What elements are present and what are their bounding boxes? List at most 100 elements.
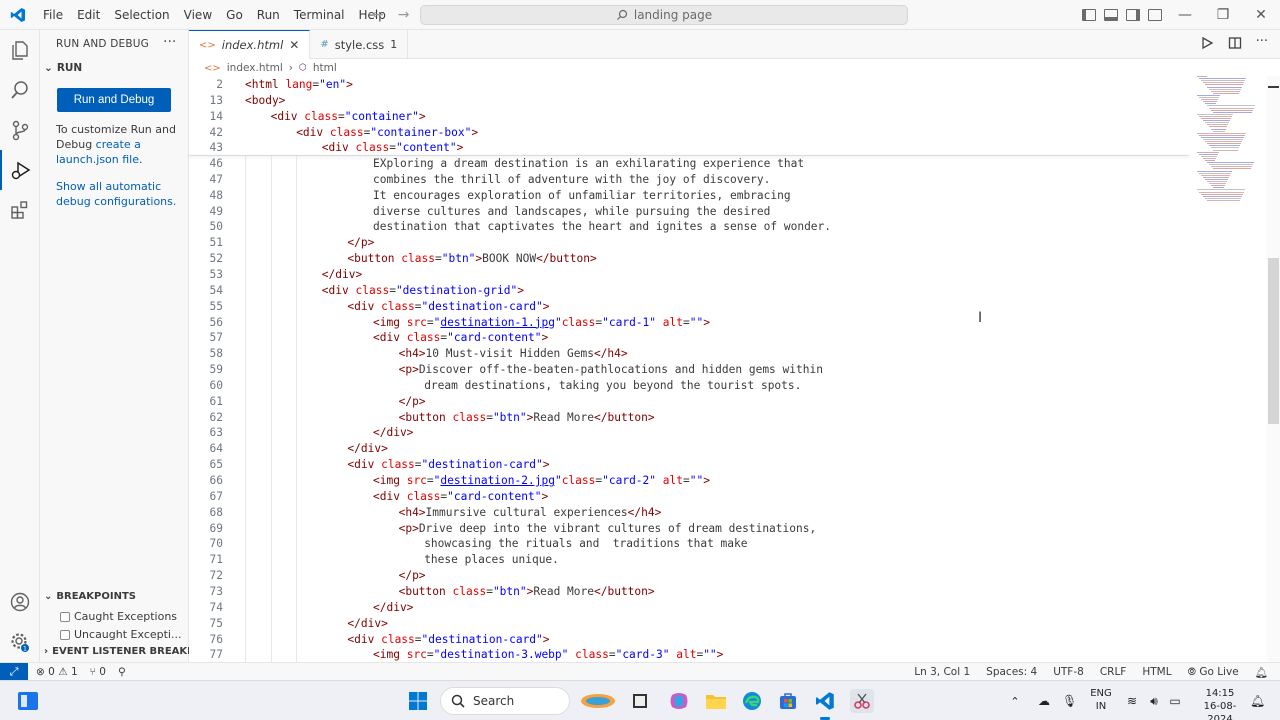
language-mode[interactable]: HTML bbox=[1142, 666, 1171, 678]
extensions-icon[interactable] bbox=[0, 190, 40, 230]
menu-run[interactable]: Run bbox=[250, 0, 287, 30]
code-line[interactable]: 63 </div> bbox=[189, 425, 1189, 441]
code-line[interactable]: 68 <h4>Immursive cultural experiences</h4… bbox=[189, 505, 1189, 521]
input-language-indicator[interactable]: ENG IN bbox=[1088, 687, 1114, 713]
code-line[interactable]: 75 </div> bbox=[189, 616, 1189, 632]
code-line[interactable]: 66 <img src="destination-2.jpg"class="car… bbox=[189, 473, 1189, 489]
sticky-scroll-line[interactable]: 42 <div class="container-box"> bbox=[189, 125, 1189, 141]
breakpoint-caught-exceptions[interactable]: Caught Exceptions bbox=[60, 610, 177, 623]
cursor-position[interactable]: Ln 3, Col 1 bbox=[914, 666, 970, 678]
sticky-scroll-line[interactable]: 43 <div class="content"> bbox=[189, 140, 1189, 156]
show-all-debug-configurations-link[interactable]: Show all automatic debug configurations. bbox=[56, 179, 181, 209]
remote-indicator-icon[interactable]: ⤢ bbox=[0, 662, 28, 681]
notification-center-icon[interactable]: 🔔︎ bbox=[1250, 681, 1265, 720]
quick-settings[interactable]: ≋ 🔊︎ ▭ bbox=[1124, 681, 1184, 720]
problems-indicator[interactable]: ⊗ 0 ⚠ 1 bbox=[36, 666, 78, 678]
minimize-icon[interactable]: — bbox=[1166, 0, 1204, 30]
code-line[interactable]: 69 <p>Drive deep into the vibrant culture… bbox=[189, 521, 1189, 537]
code-line[interactable]: 47 combines the thrill of adventure with … bbox=[189, 172, 1189, 188]
uncaught-exceptions-checkbox[interactable] bbox=[60, 629, 70, 640]
taskbar-search[interactable]: Search bbox=[440, 687, 570, 715]
vscode-taskbar-icon[interactable] bbox=[813, 689, 837, 720]
minimap[interactable] bbox=[1191, 76, 1266, 216]
code-line[interactable]: 67 <div class="card-content"> bbox=[189, 489, 1189, 505]
microphone-icon[interactable]: 🎙︎ bbox=[1062, 694, 1077, 708]
task-view-icon[interactable] bbox=[628, 689, 652, 713]
code-editor[interactable]: 2 <html lang="en"> 13 <body> 14 <div class="c… bbox=[189, 76, 1191, 662]
show-hidden-icons-chevron-icon[interactable]: ⌃ bbox=[1008, 695, 1022, 708]
run-and-debug-icon[interactable] bbox=[0, 150, 40, 190]
code-line[interactable]: 52 <button class="btn">BOOK NOW</button> bbox=[189, 251, 1189, 267]
code-line[interactable]: 65 <div class="destination-card"> bbox=[189, 457, 1189, 473]
toggle-panel-icon[interactable] bbox=[1104, 9, 1118, 21]
menu-view[interactable]: View bbox=[177, 0, 219, 30]
code-line[interactable]: 59 <p>Discover off-the-beaten-pathlocatio… bbox=[189, 362, 1189, 378]
explorer-icon[interactable] bbox=[0, 30, 40, 70]
copilot-icon[interactable] bbox=[667, 689, 691, 713]
more-actions-icon[interactable]: ··· bbox=[163, 34, 176, 50]
code-line[interactable]: 72 </p> bbox=[189, 568, 1189, 584]
code-line[interactable]: 50 destination that captivates the heart … bbox=[189, 219, 1189, 235]
go-live-button[interactable]: ⦾ Go Live bbox=[1188, 666, 1239, 679]
code-line[interactable]: 51 </p> bbox=[189, 235, 1189, 251]
code-line[interactable]: 55 <div class="destination-card"> bbox=[189, 299, 1189, 315]
search-highlight-icon[interactable] bbox=[580, 689, 616, 713]
code-line[interactable]: 64 </div> bbox=[189, 441, 1189, 457]
accounts-icon[interactable] bbox=[0, 582, 40, 622]
code-line[interactable]: 71 these places unique. bbox=[189, 552, 1189, 568]
tab-style-css[interactable]: # style.css 1 bbox=[310, 30, 409, 59]
edge-browser-icon[interactable] bbox=[740, 689, 764, 713]
notifications-bell-icon[interactable]: 🔔︎ bbox=[1255, 666, 1268, 679]
menu-terminal[interactable]: Terminal bbox=[287, 0, 352, 30]
menu-edit[interactable]: Edit bbox=[70, 0, 107, 30]
snipping-tool-icon[interactable] bbox=[850, 689, 874, 713]
code-line[interactable]: 57 <div class="card-content"> bbox=[189, 330, 1189, 346]
code-line[interactable]: 60 dream destinations, taking you beyond … bbox=[189, 378, 1189, 394]
back-arrow-icon[interactable]: ← bbox=[372, 7, 384, 23]
code-line[interactable]: 53 </div> bbox=[189, 267, 1189, 283]
debug-launch-icon[interactable]: ⚲ bbox=[118, 666, 126, 678]
code-line[interactable]: 54 <div class="destination-grid"> bbox=[189, 283, 1189, 299]
end-of-line[interactable]: CRLF bbox=[1100, 666, 1127, 678]
code-line[interactable]: 77 <img src="destination-3.webp" class="c… bbox=[189, 647, 1189, 663]
restore-icon[interactable]: ❐ bbox=[1204, 0, 1242, 30]
taskbar-clock[interactable]: 14:15 16-08-2024 bbox=[1198, 687, 1242, 720]
code-line[interactable]: 48 It encourages exploration of unfamilia… bbox=[189, 188, 1189, 204]
code-line[interactable]: 70 showcasing the rituals and traditions … bbox=[189, 536, 1189, 552]
sticky-scroll-line[interactable]: 2 <html lang="en"> bbox=[189, 77, 1189, 93]
sticky-scroll-line[interactable]: 14 <div class="container"> bbox=[189, 109, 1189, 125]
sticky-scroll-line[interactable]: 13 <body> bbox=[189, 93, 1189, 109]
code-line[interactable]: 76 <div class="destination-card"> bbox=[189, 632, 1189, 648]
indentation[interactable]: Spaces: 4 bbox=[986, 666, 1037, 678]
menu-file[interactable]: File bbox=[36, 0, 70, 30]
code-line[interactable]: 49 diverse cultures and landscapes, while… bbox=[189, 204, 1189, 220]
run-and-debug-button[interactable]: Run and Debug bbox=[57, 88, 171, 112]
breakpoints-section-header[interactable]: ⌄ BREAKPOINTS bbox=[44, 591, 136, 602]
file-explorer-icon[interactable] bbox=[704, 689, 728, 713]
close-icon[interactable]: ✕ bbox=[1242, 0, 1280, 30]
menu-go[interactable]: Go bbox=[219, 0, 250, 30]
code-line[interactable]: 58 <h4>10 Must-visit Hidden Gems</h4> bbox=[189, 346, 1189, 362]
menu-selection[interactable]: Selection bbox=[107, 0, 176, 30]
forward-arrow-icon[interactable]: → bbox=[398, 7, 410, 23]
windows-start-icon[interactable] bbox=[406, 689, 430, 713]
ports-indicator[interactable]: ⑂ 0 bbox=[90, 666, 106, 678]
onedrive-cloud-icon[interactable]: ☁ bbox=[1036, 694, 1052, 708]
search-icon[interactable] bbox=[0, 70, 40, 110]
code-line[interactable]: 61 </p> bbox=[189, 394, 1189, 410]
toggle-secondary-sidebar-icon[interactable] bbox=[1126, 9, 1140, 21]
close-tab-icon[interactable]: ✕ bbox=[289, 38, 299, 52]
more-actions-icon[interactable]: ··· bbox=[1256, 35, 1268, 50]
caught-exceptions-checkbox[interactable] bbox=[60, 611, 70, 622]
code-line[interactable]: 74 </div> bbox=[189, 600, 1189, 616]
tab-index-html[interactable]: <> index.html ✕ bbox=[189, 30, 311, 59]
command-center[interactable]: landing page bbox=[420, 5, 908, 25]
code-line[interactable]: 73 <button class="btn">Read More</button> bbox=[189, 584, 1189, 600]
split-editor-icon[interactable] bbox=[1228, 36, 1242, 50]
source-control-icon[interactable] bbox=[0, 110, 40, 150]
customize-layout-icon[interactable] bbox=[1148, 9, 1162, 21]
microsoft-store-icon[interactable] bbox=[776, 689, 800, 713]
toggle-primary-sidebar-icon[interactable] bbox=[1082, 9, 1096, 21]
breadcrumb-element[interactable]: html bbox=[313, 62, 337, 74]
code-line[interactable]: 56 <img src="destination-1.jpg"class="car… bbox=[189, 315, 1189, 331]
